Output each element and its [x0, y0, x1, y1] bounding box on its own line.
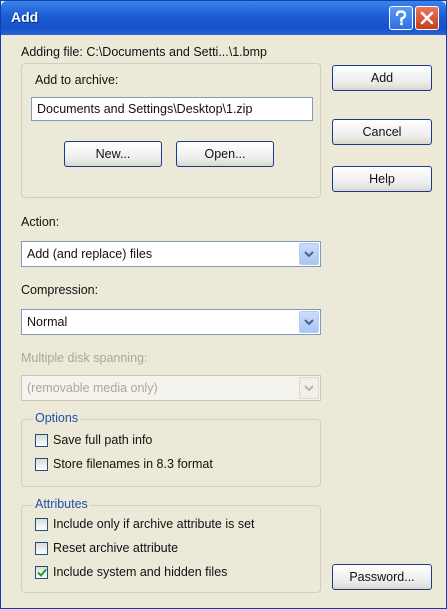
title-bar: Add [1, 1, 446, 35]
adding-file-label: Adding file: C:\Documents and Setti...\1… [21, 45, 267, 59]
close-icon [420, 11, 434, 25]
checkbox-label: Reset archive attribute [53, 541, 179, 555]
checkbox-box[interactable] [35, 457, 48, 471]
chevron-down-icon[interactable] [299, 311, 319, 333]
reset-attribute-checkbox[interactable]: Reset archive attribute [35, 541, 178, 555]
compression-select[interactable]: Normal [21, 309, 321, 335]
system-hidden-checkbox[interactable]: Include system and hidden files [35, 565, 227, 579]
attributes-title: Attributes [33, 497, 90, 511]
action-select[interactable]: Add (and replace) files [21, 241, 321, 267]
checkbox-box[interactable] [35, 565, 48, 579]
checkbox-label: Include only if archive attribute is set [53, 517, 255, 531]
dialog-title: Add [11, 9, 39, 25]
checkbox-box[interactable] [35, 517, 48, 531]
checkbox-label: Include system and hidden files [53, 565, 228, 579]
options-group [21, 419, 321, 487]
spanning-select: (removable media only) [21, 375, 321, 401]
save-full-path-checkbox[interactable]: Save full path info [35, 433, 152, 447]
checkbox-label: Save full path info [53, 433, 153, 447]
cancel-button[interactable]: Cancel [332, 119, 432, 145]
checkbox-box[interactable] [35, 541, 48, 555]
action-value: Add (and replace) files [27, 247, 153, 261]
spanning-value: (removable media only) [27, 381, 158, 395]
close-button[interactable] [415, 6, 439, 30]
password-button[interactable]: Password... [332, 564, 432, 590]
chevron-down-icon [299, 377, 319, 399]
checkmark-icon [36, 568, 47, 577]
add-dialog: Add Adding file: C:\Documents and Setti.… [0, 0, 447, 609]
compression-value: Normal [27, 315, 68, 329]
help-icon [395, 10, 407, 26]
archive-label: Add to archive: [35, 73, 119, 87]
spanning-label: Multiple disk spanning: [21, 351, 148, 365]
open-button[interactable]: Open... [176, 141, 274, 167]
checkbox-box[interactable] [35, 433, 48, 447]
options-title: Options [33, 411, 81, 425]
action-label: Action: [21, 215, 60, 229]
help-button[interactable]: Help [332, 166, 432, 192]
new-button[interactable]: New... [64, 141, 162, 167]
checkbox-label: Store filenames in 8.3 format [53, 457, 213, 471]
archive-path-field[interactable]: Documents and Settings\Desktop\1.zip [31, 97, 313, 121]
compression-label: Compression: [21, 283, 99, 297]
add-button[interactable]: Add [332, 65, 432, 91]
help-title-button[interactable] [389, 6, 413, 30]
archive-attribute-checkbox[interactable]: Include only if archive attribute is set [35, 517, 255, 531]
chevron-down-icon[interactable] [299, 243, 319, 265]
store-8-3-checkbox[interactable]: Store filenames in 8.3 format [35, 457, 213, 471]
